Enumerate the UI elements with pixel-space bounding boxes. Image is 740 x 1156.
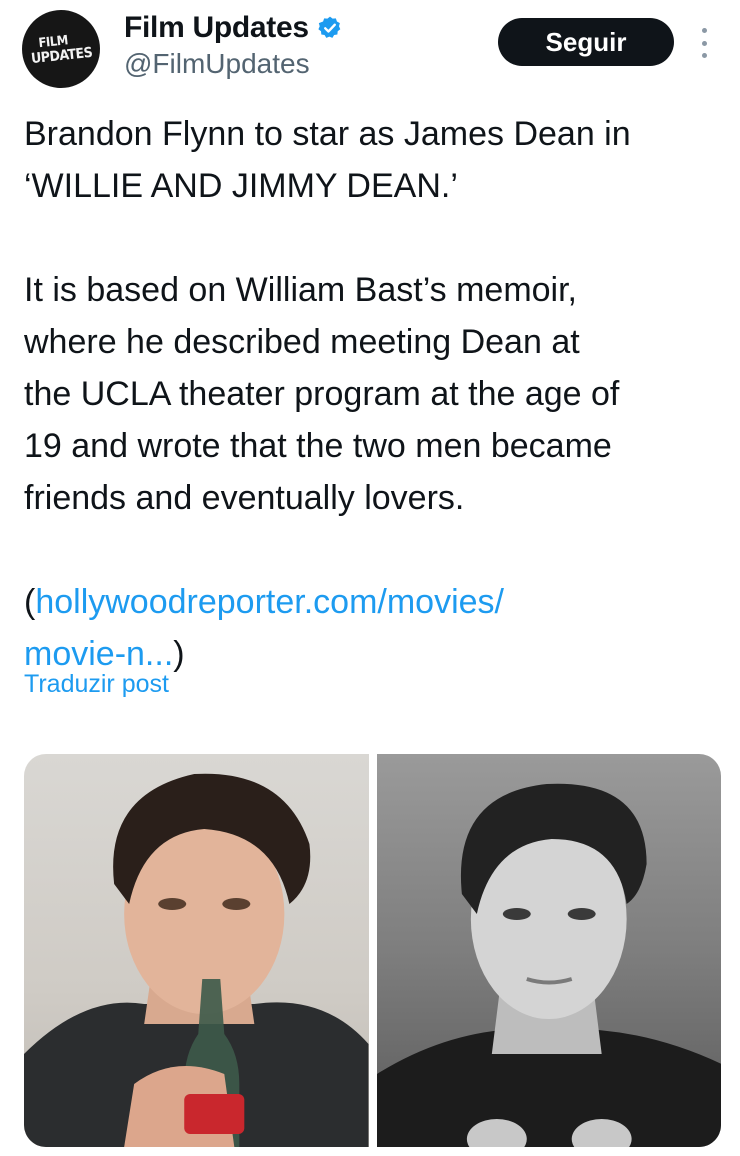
tweet-line: the UCLA theater program at the age of — [24, 375, 620, 413]
tweet-line: where he described meeting Dean at — [24, 323, 580, 361]
user-handle[interactable]: @FilmUpdates — [124, 48, 310, 80]
more-dot — [701, 28, 707, 33]
tweet-text: Brandon Flynn to star as James Dean in ‘… — [24, 108, 724, 680]
tweet-line: It is based on William Bast’s memoir, — [24, 271, 577, 309]
tweet-line: ‘WILLIE AND JIMMY DEAN.’ — [24, 167, 458, 205]
tweet-line: 19 and wrote that the two men became — [24, 427, 612, 465]
photo-illustration — [24, 773, 369, 1147]
translate-post-link[interactable]: Traduzir post — [24, 670, 169, 699]
photo-james-dean[interactable] — [376, 754, 721, 1147]
tweet-link-line: (hollywoodreporter.com/movies/ — [24, 576, 724, 628]
link-paren-close: ) — [173, 635, 185, 673]
photo-brandon-flynn[interactable] — [24, 754, 369, 1147]
name-row: Film Updates — [124, 10, 343, 46]
tweet-line: Brandon Flynn to star as James Dean in — [24, 115, 631, 153]
more-dot — [701, 53, 707, 58]
media-grid — [24, 754, 721, 1147]
follow-button[interactable]: Seguir — [498, 18, 674, 66]
link-paren-open: ( — [24, 583, 36, 621]
more-vertical-icon[interactable] — [696, 28, 712, 58]
article-link[interactable]: hollywoodreporter.com/movies/ — [35, 583, 504, 621]
more-dot — [701, 40, 707, 46]
tweet-line: friends and eventually lovers. — [24, 479, 465, 517]
tweet-header: FILM UPDATES Film Updates @FilmUpdates S… — [0, 0, 740, 100]
verified-badge-icon — [318, 16, 341, 38]
display-name[interactable]: Film Updates — [124, 11, 309, 45]
photo-illustration — [376, 783, 721, 1147]
article-link-continued[interactable]: movie-n... — [24, 635, 173, 673]
avatar[interactable]: FILM UPDATES — [18, 6, 104, 92]
